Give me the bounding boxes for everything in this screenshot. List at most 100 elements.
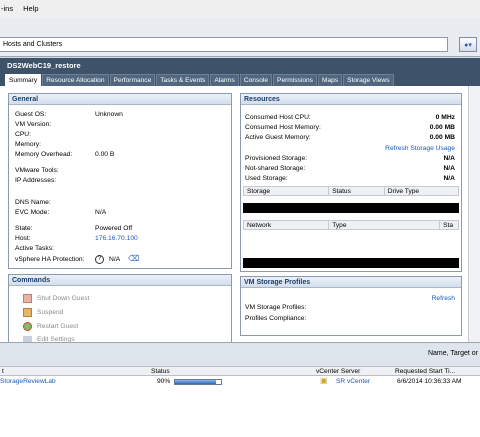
suspend-label: Suspend — [37, 309, 64, 316]
tab-strip: Summary Resource Allocation Performance … — [0, 73, 480, 86]
ip-addresses-label: IP Addresses: — [15, 177, 57, 184]
vm-title-bar: DS2WebC19_restore — [0, 58, 480, 73]
consumed-cpu-value: 0 MHz — [435, 114, 455, 121]
menu-item-help[interactable]: Help — [23, 4, 38, 13]
tab-performance[interactable]: Performance — [109, 74, 156, 86]
restart-icon — [23, 322, 32, 331]
storage-profiles-panel: VM Storage Profiles Refresh VM Storage P… — [240, 276, 462, 336]
target-column[interactable]: t — [2, 368, 4, 375]
vm-storage-profiles-label: VM Storage Profiles: — [245, 304, 307, 311]
navigation-path-label: Hosts and Clusters — [3, 41, 63, 48]
tab-maps[interactable]: Maps — [317, 74, 343, 86]
requested-start-column[interactable]: Requested Start Ti... — [395, 368, 455, 375]
tab-alarms[interactable]: Alarms — [210, 74, 239, 86]
tab-tasks-events[interactable]: Tasks & Events — [156, 74, 210, 86]
ha-protection-value: N/A — [109, 256, 121, 263]
used-storage-value: N/A — [443, 175, 455, 182]
ha-protection-label: vSphere HA Protection: — [15, 256, 85, 263]
tab-resource-allocation[interactable]: Resource Allocation — [42, 74, 109, 86]
summary-content: General Guest OS: Unknown VM Version: CP… — [0, 86, 480, 344]
task-start-time: 6/6/2014 10:36:33 AM — [397, 378, 462, 385]
comment-icon[interactable]: ⌫ — [128, 254, 139, 263]
refresh-profiles-link[interactable]: Refresh — [432, 295, 455, 302]
help-icon[interactable]: ? — [95, 255, 104, 264]
shut-down-guest-command[interactable]: Shut Down Guest — [23, 294, 89, 303]
suspend-command[interactable]: Suspend — [23, 308, 63, 317]
memory-overhead-label: Memory Overhead: — [15, 151, 73, 158]
tab-summary[interactable]: Summary — [5, 74, 42, 86]
task-status-column[interactable]: Status — [151, 368, 170, 375]
storage-grid-header: Storage Status Drive Type — [243, 186, 459, 196]
vertical-scrollbar[interactable] — [468, 86, 480, 342]
host-link[interactable]: 176.16.70.100 — [95, 235, 138, 242]
consumed-memory-value: 0.00 MB — [429, 124, 455, 131]
task-row[interactable]: StorageReviewLab 90% ▣ SR vCenter 6/6/20… — [0, 376, 480, 388]
vcenter-icon: ▣ — [320, 376, 328, 385]
tab-permissions[interactable]: Permissions — [273, 74, 317, 86]
cpu-label: CPU: — [15, 131, 31, 138]
task-server-link[interactable]: SR vCenter — [336, 378, 370, 385]
type-column[interactable]: Type — [329, 221, 441, 229]
search-icon: ●▾ — [464, 41, 472, 49]
active-memory-label: Active Guest Memory: — [245, 134, 311, 141]
dns-name-label: DNS Name: — [15, 199, 51, 206]
tab-console[interactable]: Console — [239, 74, 273, 86]
provisioned-storage-label: Provisioned Storage: — [245, 155, 308, 162]
storage-column[interactable]: Storage — [244, 187, 330, 195]
menu-bar: -ins Help — [0, 0, 480, 17]
evc-mode-value: N/A — [95, 209, 107, 216]
vm-version-label: VM Version: — [15, 121, 52, 128]
restart-guest-label: Restart Guest — [37, 323, 79, 330]
commands-panel-title: Commands — [9, 275, 231, 286]
guest-os-label: Guest OS: — [15, 111, 47, 118]
refresh-storage-link[interactable]: Refresh Storage Usage — [385, 145, 455, 152]
suspend-icon — [23, 308, 32, 317]
commands-panel: Commands Shut Down Guest Suspend Restart… — [8, 274, 232, 344]
recent-tasks-body — [0, 388, 480, 437]
memory-label: Memory: — [15, 141, 42, 148]
resources-panel-title: Resources — [241, 94, 461, 105]
state-label: State: — [15, 225, 33, 232]
active-tasks-label: Active Tasks: — [15, 245, 54, 252]
search-dropdown-button[interactable]: ●▾ — [459, 37, 477, 52]
recent-tasks-toolbar: Name, Target or — [0, 342, 480, 366]
task-progress-bar — [174, 379, 222, 385]
shut-down-icon — [23, 294, 32, 303]
vcenter-server-column[interactable]: vCenter Server — [316, 368, 360, 375]
storage-row[interactable] — [243, 203, 459, 213]
task-status-percent: 90% — [157, 378, 171, 385]
evc-mode-label: EVC Mode: — [15, 209, 50, 216]
general-panel-title: General — [9, 94, 231, 105]
vm-name: DS2WebC19_restore — [7, 61, 81, 70]
active-memory-value: 0.00 MB — [429, 134, 455, 141]
not-shared-storage-label: Not-shared Storage: — [245, 165, 306, 172]
guest-os-value: Unknown — [95, 111, 123, 118]
tab-storage-views[interactable]: Storage Views — [343, 74, 394, 86]
resources-panel: Resources Consumed Host CPU: 0 MHz Consu… — [240, 93, 462, 272]
consumed-cpu-label: Consumed Host CPU: — [245, 114, 311, 121]
task-target-link[interactable]: StorageReviewLab — [0, 378, 56, 385]
not-shared-storage-value: N/A — [443, 165, 455, 172]
network-row[interactable] — [243, 258, 459, 268]
navigation-bar: Hosts and Clusters ●▾ — [0, 17, 480, 57]
used-storage-label: Used Storage: — [245, 175, 288, 182]
consumed-memory-label: Consumed Host Memory: — [245, 124, 321, 131]
host-label: Host: — [15, 235, 31, 242]
task-progress-fill — [175, 380, 217, 384]
navigation-path[interactable]: Hosts and Clusters — [0, 37, 448, 52]
memory-overhead-value: 0.00 B — [95, 151, 115, 158]
status-column[interactable]: Status — [329, 187, 385, 195]
state-value: Powered Off — [95, 225, 133, 232]
provisioned-storage-value: N/A — [443, 155, 455, 162]
shut-down-guest-label: Shut Down Guest — [37, 295, 90, 302]
drive-type-column[interactable]: Drive Type — [385, 187, 458, 195]
storage-profiles-title: VM Storage Profiles — [241, 277, 461, 288]
restart-guest-command[interactable]: Restart Guest — [23, 322, 78, 331]
tasks-filter-label[interactable]: Name, Target or — [428, 350, 478, 357]
network-column[interactable]: Network — [244, 221, 330, 229]
vmware-tools-label: VMware Tools: — [15, 167, 59, 174]
recent-tasks-header: t Status vCenter Server Requested Start … — [0, 366, 480, 376]
network-status-column[interactable]: Sta — [440, 221, 458, 229]
network-grid-header: Network Type Sta — [243, 220, 459, 230]
menu-item-plugins[interactable]: -ins — [1, 4, 13, 13]
